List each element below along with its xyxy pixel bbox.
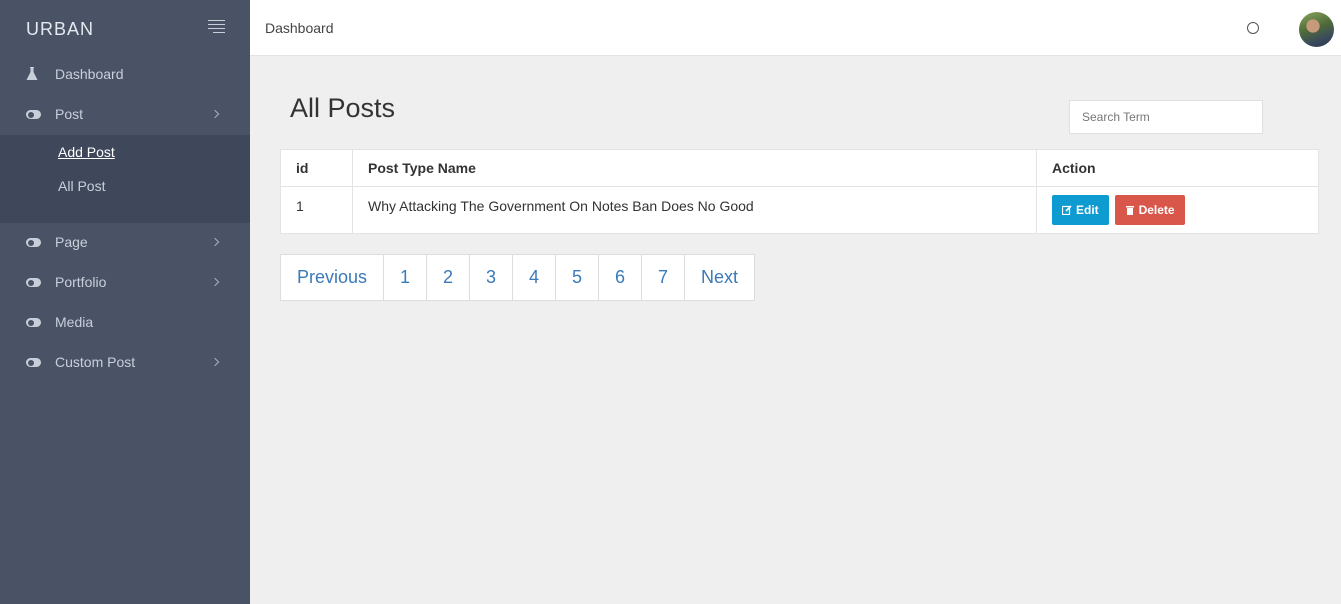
sidebar-item-label: Portfolio <box>55 274 107 290</box>
pagination-page-1[interactable]: 1 <box>384 255 427 300</box>
submenu-item-all-post[interactable]: All Post <box>58 178 105 194</box>
brand-logo[interactable]: URBAN <box>26 19 94 40</box>
post-submenu: Add Post All Post <box>0 135 250 223</box>
edit-button-label: Edit <box>1076 203 1099 217</box>
pagination-previous[interactable]: Previous <box>281 255 384 300</box>
posts-table: id Post Type Name Action 1 Why Attacking… <box>280 149 1319 234</box>
trash-icon <box>1125 206 1134 215</box>
pagination-next[interactable]: Next <box>685 255 754 300</box>
sidebar-item-custom-post[interactable]: Custom Post <box>0 343 250 383</box>
toggle-icon <box>26 358 41 367</box>
pagination-page-4[interactable]: 4 <box>513 255 556 300</box>
sidebar-item-dashboard[interactable]: Dashboard <box>0 55 250 95</box>
column-header-action: Action <box>1036 149 1319 187</box>
search-input[interactable] <box>1069 100 1263 134</box>
cell-action: Edit Delete <box>1036 186 1319 234</box>
chevron-right-icon <box>210 237 220 247</box>
chevron-right-icon <box>210 357 220 367</box>
cell-name: Why Attacking The Government On Notes Ba… <box>352 186 1037 234</box>
edit-icon <box>1062 205 1072 215</box>
pagination: Previous 1 2 3 4 5 6 7 Next <box>280 254 755 301</box>
pagination-page-3[interactable]: 3 <box>470 255 513 300</box>
table-header-row: id Post Type Name Action <box>280 149 1319 187</box>
pagination-page-6[interactable]: 6 <box>599 255 642 300</box>
menu-toggle-icon[interactable] <box>208 20 225 34</box>
sidebar-item-label: Media <box>55 314 94 330</box>
toggle-icon <box>26 278 41 287</box>
brand-bar: URBAN <box>0 0 250 56</box>
sidebar-item-label: Dashboard <box>55 66 124 82</box>
edit-button[interactable]: Edit <box>1052 195 1109 225</box>
toggle-icon <box>26 238 41 247</box>
sidebar-item-page[interactable]: Page <box>0 223 250 263</box>
sidebar-item-media[interactable]: Media <box>0 303 250 343</box>
sidebar-item-label: Page <box>55 234 88 250</box>
table-row: 1 Why Attacking The Government On Notes … <box>280 186 1319 234</box>
top-bar: Dashboard <box>250 0 1341 56</box>
column-header-name: Post Type Name <box>352 149 1037 187</box>
pagination-page-5[interactable]: 5 <box>556 255 599 300</box>
delete-button-label: Delete <box>1138 203 1175 217</box>
avatar[interactable] <box>1299 12 1334 47</box>
submenu-item-add-post[interactable]: Add Post <box>58 144 115 160</box>
circle-icon[interactable] <box>1247 22 1259 34</box>
toggle-icon <box>26 318 41 327</box>
chevron-right-icon <box>210 277 220 287</box>
cell-id: 1 <box>280 186 353 234</box>
breadcrumb[interactable]: Dashboard <box>265 20 334 36</box>
sidebar-item-label: Custom Post <box>55 354 136 370</box>
page-title: All Posts <box>290 93 396 123</box>
sidebar-item-portfolio[interactable]: Portfolio <box>0 263 250 303</box>
toggle-icon <box>26 110 41 119</box>
pagination-page-2[interactable]: 2 <box>427 255 470 300</box>
pagination-page-7[interactable]: 7 <box>642 255 685 300</box>
column-header-id: id <box>280 149 353 187</box>
delete-button[interactable]: Delete <box>1114 195 1185 225</box>
sidebar-item-label: Post <box>55 106 84 122</box>
sidebar: URBAN Dashboard Post Add Post All Post P… <box>0 0 250 604</box>
sidebar-item-post[interactable]: Post <box>0 95 250 135</box>
chevron-right-icon <box>210 109 220 119</box>
flask-icon <box>26 67 38 80</box>
